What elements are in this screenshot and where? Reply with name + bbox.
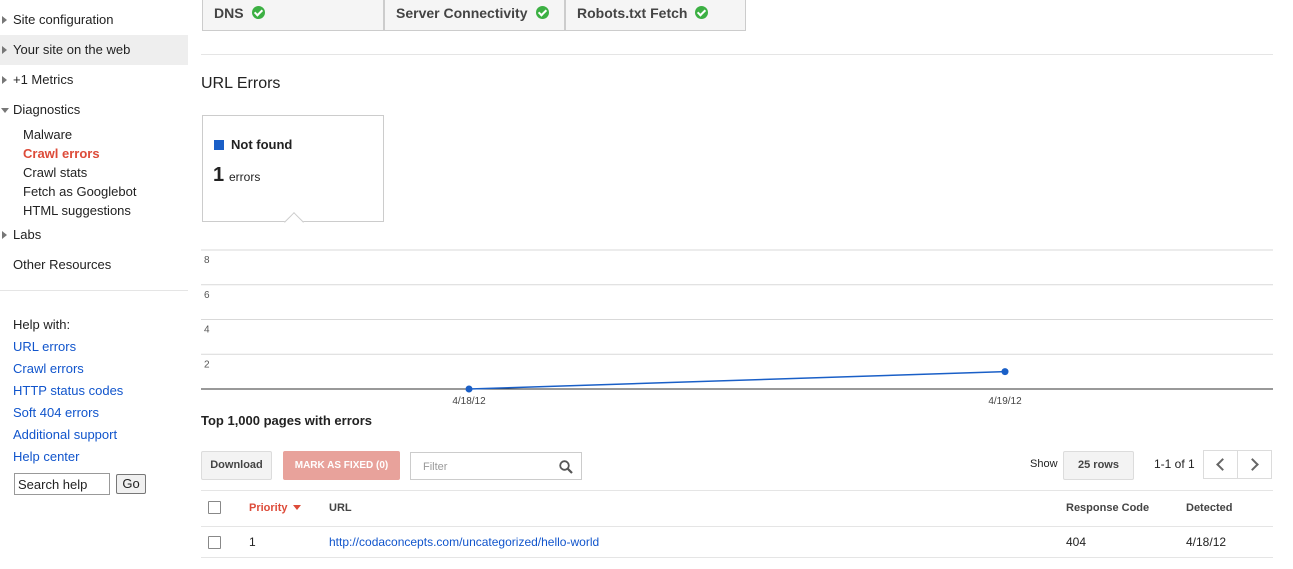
- download-button[interactable]: Download: [201, 451, 272, 480]
- y-tick-label: 6: [204, 290, 210, 301]
- table-top-border: [201, 490, 1273, 491]
- next-page-button[interactable]: [1237, 450, 1272, 479]
- series-line: [468, 370, 1006, 390]
- show-label: Show: [1030, 458, 1058, 470]
- chevron-right-icon: [1246, 458, 1259, 471]
- expand-arrow-icon: [2, 231, 7, 239]
- column-header-label: Priority: [249, 502, 288, 514]
- sidebar-item-crawl-errors[interactable]: Crawl errors: [23, 144, 100, 163]
- status-label: Server Connectivity: [396, 5, 528, 21]
- nav-site-configuration[interactable]: Site configuration: [0, 5, 188, 35]
- column-header-priority[interactable]: Priority: [249, 502, 301, 514]
- nav-label: Your site on the web: [13, 42, 131, 57]
- legend-swatch: [214, 140, 224, 150]
- go-button[interactable]: Go: [116, 474, 146, 494]
- nav-labs[interactable]: Labs: [0, 220, 188, 250]
- status-dns[interactable]: DNS: [202, 0, 384, 31]
- status-label: DNS: [214, 5, 244, 21]
- table-title: Top 1,000 pages with errors: [201, 413, 372, 428]
- table-row-border: [201, 557, 1273, 558]
- row-checkbox[interactable]: [208, 536, 221, 549]
- data-point: [465, 385, 473, 393]
- column-header-response-code[interactable]: Response Code: [1066, 502, 1149, 514]
- pagination-text: 1-1 of 1: [1154, 457, 1195, 471]
- sidebar-item-fetch-as-googlebot[interactable]: Fetch as Googlebot: [23, 182, 136, 201]
- sidebar-item-crawl-stats[interactable]: Crawl stats: [23, 163, 87, 182]
- expand-arrow-icon: [2, 16, 7, 24]
- status-label: Robots.txt Fetch: [577, 5, 688, 21]
- legend-name: Not found: [231, 137, 293, 152]
- nav-label: +1 Metrics: [13, 72, 74, 87]
- nav-label: Other Resources: [13, 257, 112, 272]
- page-title: URL Errors: [201, 75, 281, 92]
- rows-per-page-select[interactable]: 25 rows: [1063, 451, 1134, 480]
- chevron-left-icon: [1216, 458, 1229, 471]
- status-server-connectivity[interactable]: Server Connectivity: [384, 0, 565, 31]
- y-tick-label: 2: [204, 359, 210, 370]
- search-help-input[interactable]: [14, 473, 110, 495]
- row-detected: 4/18/12: [1186, 535, 1227, 549]
- nav-plus1-metrics[interactable]: +1 Metrics: [0, 65, 188, 95]
- sort-desc-icon: [292, 505, 301, 510]
- check-icon: [251, 6, 265, 19]
- row-response-code: 404: [1066, 535, 1087, 549]
- row-priority: 1: [249, 535, 256, 549]
- section-divider: [201, 54, 1273, 55]
- help-link-help-center[interactable]: Help center: [13, 449, 79, 464]
- help-with-label: Help with:: [13, 317, 71, 332]
- y-tick-label: 8: [204, 255, 210, 266]
- help-link-crawl-errors[interactable]: Crawl errors: [13, 361, 84, 376]
- sidebar-item-malware[interactable]: Malware: [23, 125, 72, 144]
- row-url-link[interactable]: http://codaconcepts.com/uncategorized/he…: [329, 535, 599, 549]
- column-header-detected[interactable]: Detected: [1186, 502, 1232, 514]
- sidebar-divider: [0, 290, 188, 291]
- expand-arrow-icon: [2, 46, 7, 54]
- check-icon: [535, 6, 549, 19]
- legend-card-not-found[interactable]: Not found 1 errors: [202, 115, 384, 232]
- collapse-arrow-icon: [1, 108, 9, 113]
- nav-label: Diagnostics: [13, 102, 81, 117]
- url-errors-chart: 2 4 6 8 4/18/12 4/19/12: [201, 249, 1273, 407]
- help-link-additional-support[interactable]: Additional support: [13, 427, 117, 442]
- legend-pointer: [284, 212, 304, 232]
- legend-unit: errors: [229, 170, 261, 184]
- help-link-soft-404-errors[interactable]: Soft 404 errors: [13, 405, 99, 420]
- legend-count: 1: [213, 164, 225, 186]
- nav-label: Site configuration: [13, 12, 114, 27]
- filter-placeholder: Filter: [423, 461, 448, 473]
- filter-input[interactable]: Filter: [410, 452, 582, 480]
- help-link-url-errors[interactable]: URL errors: [13, 339, 76, 354]
- nav-label: Labs: [13, 227, 42, 242]
- column-header-url[interactable]: URL: [329, 502, 352, 514]
- help-link-http-status-codes[interactable]: HTTP status codes: [13, 383, 123, 398]
- nav-your-site-on-the-web[interactable]: Your site on the web: [0, 35, 188, 65]
- mark-as-fixed-button[interactable]: MARK AS FIXED (0): [283, 451, 400, 480]
- sidebar-item-html-suggestions[interactable]: HTML suggestions: [23, 201, 131, 220]
- sidebar: Site configuration Your site on the web …: [0, 0, 188, 569]
- check-icon: [695, 6, 709, 19]
- data-point: [1001, 368, 1009, 376]
- search-icon[interactable]: [559, 460, 573, 474]
- prev-page-button[interactable]: [1203, 450, 1238, 479]
- nav-other-resources[interactable]: Other Resources: [0, 250, 188, 280]
- nav-diagnostics[interactable]: Diagnostics: [0, 95, 188, 125]
- y-tick-label: 4: [204, 325, 210, 336]
- select-all-checkbox[interactable]: [208, 501, 221, 514]
- expand-arrow-icon: [2, 76, 7, 84]
- table-header-border: [201, 526, 1273, 527]
- x-tick-label: 4/19/12: [988, 396, 1022, 407]
- status-robots-fetch[interactable]: Robots.txt Fetch: [565, 0, 746, 31]
- x-tick-label: 4/18/12: [452, 396, 486, 407]
